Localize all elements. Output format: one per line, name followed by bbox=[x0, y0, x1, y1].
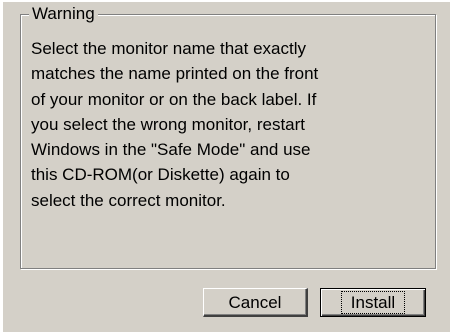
cancel-button-label: Cancel bbox=[228, 292, 282, 312]
warning-message: Select the monitor name that exactly mat… bbox=[31, 39, 319, 210]
dialog-top-edge bbox=[3, 0, 450, 2]
cancel-button[interactable]: Cancel bbox=[203, 288, 308, 317]
install-button-label: Install bbox=[340, 291, 406, 314]
warning-group-title: Warning bbox=[29, 4, 98, 24]
install-button[interactable]: Install bbox=[320, 288, 426, 317]
